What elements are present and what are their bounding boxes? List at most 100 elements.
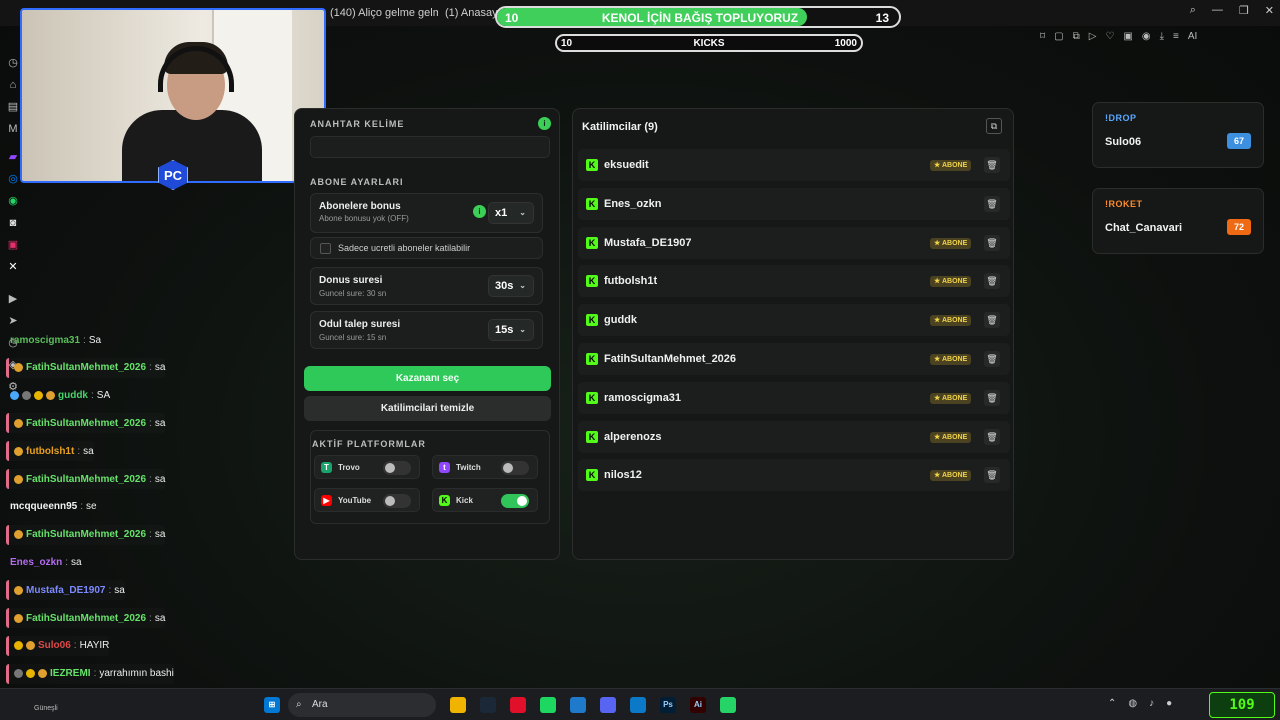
chat-username[interactable]: FatihSultanMehmet_2026 (26, 529, 146, 540)
menu-icon[interactable]: ≡ (1173, 31, 1179, 42)
roket-title: !ROKET (1105, 199, 1143, 209)
trash-icon[interactable]: 🗑 (984, 467, 1000, 484)
platform-toggle[interactable] (383, 494, 411, 508)
search-icon: ⌕ (296, 699, 302, 710)
participant-name: alperenozs (604, 430, 662, 443)
trash-icon[interactable]: 🗑 (984, 351, 1000, 367)
volume-icon[interactable]: ♪ (1149, 698, 1154, 709)
chat-username[interactable]: futbolsh1t (26, 446, 74, 457)
windows-start-icon[interactable]: ⊞ (264, 697, 280, 713)
draw-time-select[interactable]: 30s ⌄ (488, 275, 534, 297)
download-icon[interactable]: ⤓ (1160, 31, 1164, 42)
platform-youtube: ▶ YouTube (314, 488, 420, 512)
system-tray: ⌃ ◍ ♪ ● (1108, 698, 1172, 709)
chat-username[interactable]: FatihSultanMehmet_2026 (26, 362, 146, 373)
trash-icon[interactable]: 🗑 (984, 389, 1000, 406)
chat-separator: : (80, 501, 84, 513)
vscode-icon[interactable] (570, 697, 586, 713)
paid-only-checkbox[interactable] (320, 243, 331, 254)
spotify-icon[interactable] (540, 697, 556, 713)
wallet-icon[interactable]: ▤ (6, 100, 20, 114)
close-icon[interactable]: ✕ (1265, 4, 1274, 17)
trash-icon[interactable]: 🗑 (984, 195, 1000, 212)
chat-username[interactable]: FatihSultanMehmet_2026 (26, 613, 146, 624)
store-icon[interactable]: ⌂ (6, 78, 20, 92)
chat-username[interactable]: mcqqueenn95 (10, 501, 77, 512)
participant-name: nilos12 (604, 469, 642, 482)
chat-username[interactable]: Enes_ozkn (10, 557, 62, 568)
badge-icon (14, 613, 23, 623)
chat-username[interactable]: FatihSultanMehmet_2026 (26, 474, 146, 485)
steam-icon[interactable] (480, 697, 496, 713)
chat-text: se (86, 501, 97, 513)
edge-icon[interactable] (630, 697, 646, 713)
mail-icon[interactable]: M (6, 122, 20, 136)
trash-icon[interactable]: 🗑 (984, 428, 1000, 445)
mic-icon[interactable]: ● (1166, 698, 1172, 709)
keyword-input[interactable] (310, 136, 550, 158)
browser-tab[interactable]: (140) Aliço gelme gelme ge (330, 4, 438, 22)
chat-username[interactable]: Mustafa_DE1907 (26, 585, 105, 596)
screenshot-icon[interactable]: ▢ (1054, 31, 1063, 42)
minimize-icon[interactable]: — (1212, 4, 1223, 17)
instagram-icon[interactable]: ▣ (6, 238, 20, 252)
taskbar-search[interactable]: ⌕ Ara (288, 693, 436, 717)
file-explorer-icon[interactable] (450, 697, 466, 713)
pick-winner-button[interactable]: Kazananı seç (304, 366, 551, 391)
network-icon[interactable]: ◍ (1128, 698, 1137, 709)
photoshop-icon[interactable]: Ps (660, 697, 676, 713)
bookmark-icon[interactable]: ⌑ (1040, 31, 1045, 42)
heart-icon[interactable]: ♡ (1105, 31, 1114, 42)
trash-icon[interactable]: 🗑 (984, 273, 1000, 290)
chevron-up-icon[interactable]: ⌃ (1108, 698, 1116, 709)
chat-username[interactable]: ramoscigma31 (10, 335, 80, 346)
info-icon[interactable]: i (473, 205, 486, 218)
participant-row: Knilos12 ★ ABONE 🗑 (578, 459, 1010, 492)
search-placeholder: Ara (312, 699, 328, 710)
twitch-icon[interactable]: ▰ (6, 150, 20, 164)
trash-icon[interactable]: 🗑 (984, 234, 1000, 251)
clock-icon[interactable]: ◷ (6, 56, 20, 70)
layers-icon[interactable]: ▣ (1123, 31, 1132, 42)
copy-icon[interactable]: ⧉ (986, 118, 1002, 134)
opera-icon[interactable] (510, 697, 526, 713)
platform-toggle[interactable] (501, 461, 529, 475)
discord-icon[interactable] (600, 697, 616, 713)
grid-icon[interactable]: ◉ (1142, 31, 1151, 42)
restore-icon[interactable]: ❐ (1239, 4, 1249, 17)
send-icon[interactable]: ➤ (6, 314, 20, 328)
illustrator-icon[interactable]: Ai (690, 697, 706, 713)
chat-message: FatihSultanMehmet_2026: sa (6, 524, 166, 545)
platform-toggle[interactable] (501, 494, 529, 508)
ai-button[interactable]: AI (1188, 31, 1197, 42)
chat-message: guddk: SA (6, 386, 110, 406)
x-icon[interactable]: ✕ (6, 260, 20, 274)
whatsapp-icon[interactable] (720, 697, 736, 713)
chat-username[interactable]: guddk (58, 390, 88, 401)
chat-message: Enes_ozkn: sa (6, 552, 82, 572)
platform-label: Kick (456, 496, 473, 505)
chat-username[interactable]: FatihSultanMehmet_2026 (26, 418, 146, 429)
chat-username[interactable]: Sulo06 (38, 640, 71, 651)
badge-icon (46, 391, 55, 401)
chat-username[interactable]: IEZREMI (50, 668, 91, 679)
badge-icon (14, 585, 23, 595)
search-icon[interactable]: ⌕ (1190, 4, 1196, 17)
clear-participants-button[interactable]: Katilimcilari temizle (304, 396, 551, 421)
trash-icon[interactable]: 🗑 (984, 157, 1000, 173)
platform-toggle[interactable] (383, 461, 411, 475)
discord-icon[interactable]: ◙ (6, 216, 20, 230)
messenger-icon[interactable]: ◎ (6, 172, 20, 186)
chat-text: HAYIR (79, 640, 110, 652)
chat-text: sa (154, 529, 166, 541)
play-icon[interactable]: ▶ (6, 292, 20, 306)
chat-message: Sulo06: HAYIR (6, 635, 110, 656)
trash-icon[interactable]: 🗑 (984, 312, 1000, 329)
info-icon[interactable]: i (538, 117, 551, 130)
extension-icon[interactable]: ⧉ (1073, 31, 1080, 42)
play-icon[interactable]: ▷ (1089, 31, 1097, 42)
chat-message: futbolsh1t: sa (6, 441, 94, 462)
claim-time-select[interactable]: 15s ⌄ (488, 319, 534, 341)
whatsapp-icon[interactable]: ◉ (6, 194, 20, 208)
bonus-select[interactable]: x1 ⌄ (488, 202, 534, 224)
